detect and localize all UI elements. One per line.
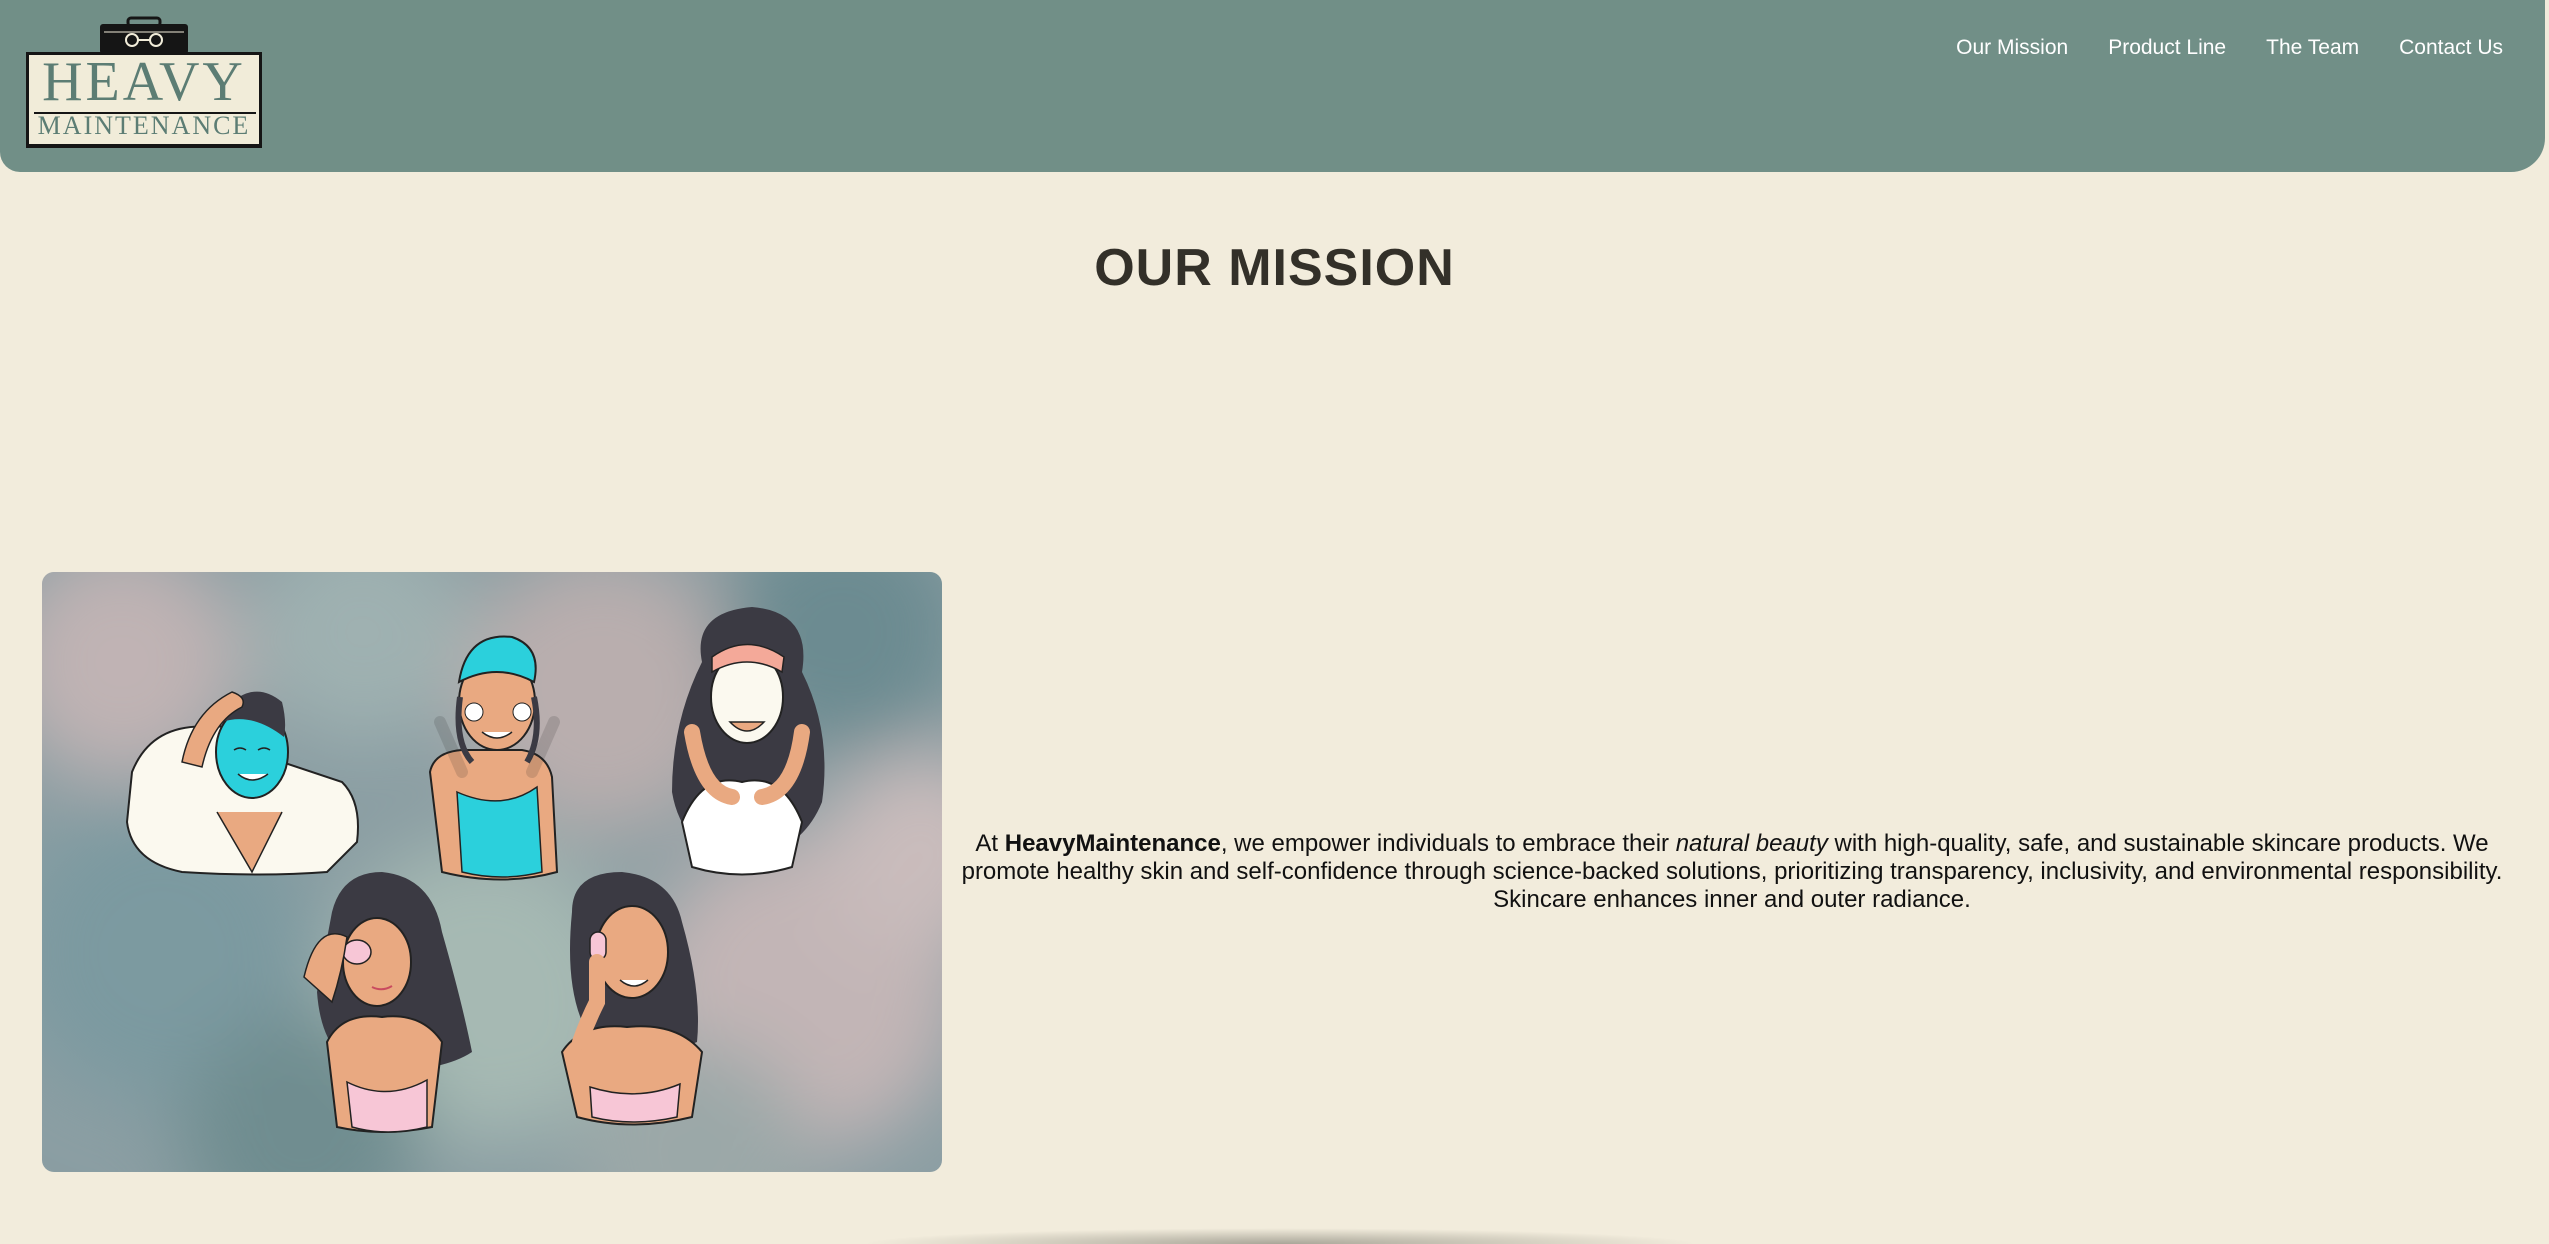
page-title: OUR MISSION xyxy=(1094,239,1455,297)
mission-prefix: At xyxy=(975,830,1005,857)
illustration-art xyxy=(42,572,942,1172)
next-section-edge xyxy=(860,1228,1700,1244)
brand-logo[interactable]: HEAVY MAINTENANCE xyxy=(26,16,264,148)
mission-brand-name: HeavyMaintenance xyxy=(1004,830,1221,857)
site-header: HEAVY MAINTENANCE Our Mission Product Li… xyxy=(0,0,2545,172)
mission-middle: , we empower individuals to embrace thei… xyxy=(1220,830,1676,857)
logo-wordmark-heavy: HEAVY xyxy=(42,51,246,113)
skincare-illustration xyxy=(42,572,942,1172)
main-nav: Our Mission Product Line The Team Contac… xyxy=(1956,36,2503,60)
mission-statement: At HeavyMaintenance, we empower individu… xyxy=(952,830,2512,914)
vanity-case-icon xyxy=(100,16,188,54)
logo-base-bar xyxy=(26,144,262,148)
nav-product-line[interactable]: Product Line xyxy=(2108,36,2226,60)
logo-wordmark-maintenance: MAINTENANCE xyxy=(37,111,251,140)
nav-the-team[interactable]: The Team xyxy=(2266,36,2359,60)
mission-emphasis: natural beauty xyxy=(1675,830,1828,857)
nav-our-mission[interactable]: Our Mission xyxy=(1956,36,2068,60)
nav-contact-us[interactable]: Contact Us xyxy=(2399,36,2503,60)
